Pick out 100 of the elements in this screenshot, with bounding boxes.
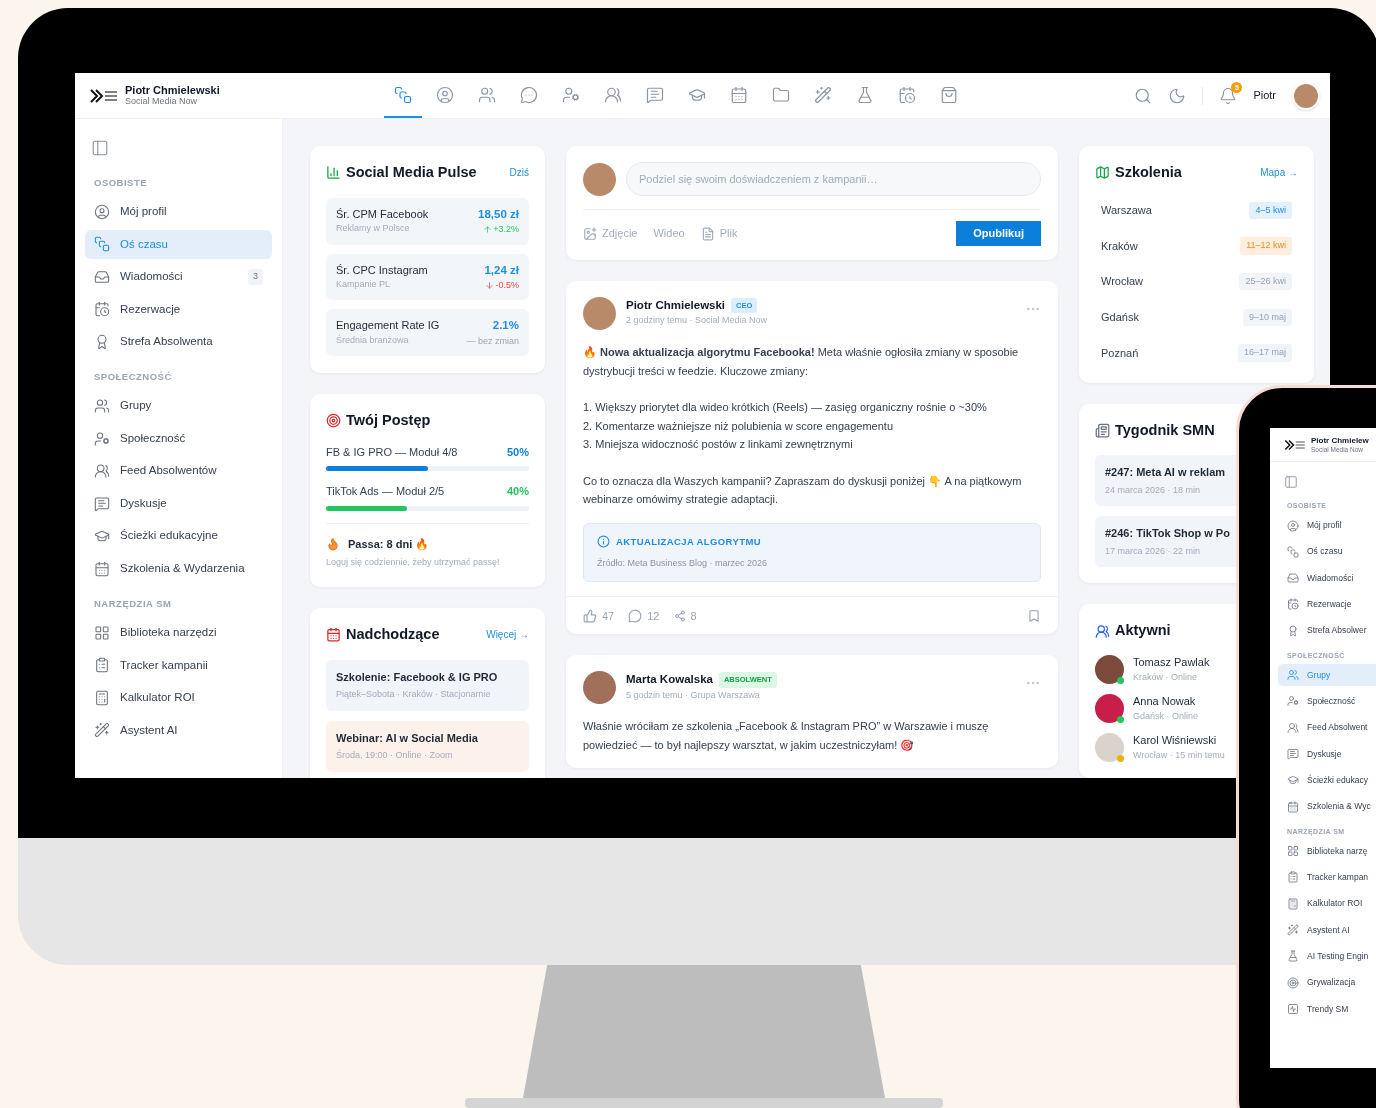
user-circle-icon [436,85,454,104]
section-heading: NARZĘDZIA SM [93,597,173,611]
chat-icon [520,85,538,104]
avatar [583,671,616,705]
event-tile[interactable]: Webinar: AI w Social Media Środa, 19:00 · Online · Zoom [326,720,529,772]
metric-change: — bez zmian [466,334,519,348]
award-icon [94,333,110,350]
author-name[interactable]: Marta Kowalska [626,671,713,689]
shopping-bag-icon [940,85,958,104]
brand-name: Piotr Chmielew [1311,435,1369,445]
sidebar-item[interactable]: Mój profil [85,197,272,227]
issue-tile[interactable]: #247: Meta AI w reklam 24 marca 2026 · 18 min [1095,455,1236,507]
section-heading: OSOBISTE [93,176,149,190]
avatar[interactable] [1292,81,1320,110]
sidebar-item[interactable]: AI Testing Engin [1278,945,1376,968]
moon-icon[interactable] [1168,86,1187,105]
post-text: 🔥 Nowa aktualizacja algorytmu Facebooka! Meta właśnie ogłosiła zmiany w sposobie dystrybucji treści w feedzie. Kluczowe zmiany: [583,345,1020,379]
sidebar-item[interactable]: Feed Absolwent [1278,716,1376,739]
card-link[interactable]: Więcej → [486,627,529,643]
sidebar-item[interactable]: Feed Absolwentów [85,456,272,486]
issue-tile[interactable]: #246: TikTok Shop w Po 17 marca 2026 · 22 min [1095,516,1236,568]
user-status: Wrocław · 15 min temu [1133,748,1225,762]
sidebar-item[interactable]: Szkolenia & Wydarzenia [85,554,272,583]
sidebar-item[interactable]: Kalkulator ROI [85,683,272,713]
sidebar-toggle-icon[interactable] [1284,475,1298,489]
calendar-icon [94,560,110,577]
sidebar-item[interactable]: Dyskusje [85,489,272,518]
users-icon [94,398,110,414]
sidebar-item[interactable]: Rezerwacje [85,294,272,324]
graduation-cap-icon [1287,774,1299,787]
bookmark-icon[interactable] [1027,608,1041,623]
publish-button[interactable]: Opublikuj [956,221,1041,246]
sidebar-toggle-icon[interactable] [91,139,109,157]
sidebar-item[interactable]: Wiadomości [1278,567,1376,590]
sidebar-item[interactable]: Ścieżki edukacyjne [85,521,272,551]
user-status: Kraków · Online [1133,670,1199,684]
stack-icon [94,236,110,253]
bell-icon [1219,86,1238,105]
info-source: Źródło: Meta Business Blog · marzec 2026 [597,556,769,570]
post-text: 3. Mniejsza widoczność postów z linkami zewnętrznymi [583,437,854,452]
count-badge: 3 [248,269,263,285]
metric-label: Śr. CPC Instagram [336,262,428,278]
city-name: Wrocław [1101,274,1143,290]
metric-subtitle: Kampanie PL [336,278,392,291]
event-details: Piątek–Sobota · Kraków · Stacjonarnie [336,688,492,701]
arrow-up-icon [483,225,493,235]
card-link[interactable]: Mapa → [1260,165,1298,181]
user-cog-icon [94,430,110,447]
magic-wand-icon [1287,924,1299,937]
card-link[interactable]: Dziś [509,165,529,181]
author-name[interactable]: Piotr Chmielewski [626,297,726,315]
sidebar-item[interactable]: Wiadomości 3 [85,262,272,292]
metric-value: 2.1% [492,318,519,334]
sidebar-item[interactable]: Tracker kampanii [85,650,272,680]
search-icon[interactable] [1134,86,1153,105]
post-text: 1. Większy priorytet dla wideo krótkich (Reels) — zasięg organiczny rośnie o ~30% [583,400,988,415]
thumbs-up-icon [583,608,597,623]
sidebar-item[interactable]: Społeczność [85,424,272,453]
sidebar-item[interactable]: Strefa Absolwenta [85,327,272,357]
group-icon [1287,721,1299,734]
streak-hint: Loguj się codziennie, żeby utrzymać passę! [326,556,501,570]
sidebar-item[interactable]: Dyskusje [1278,743,1376,766]
inbox-icon [1287,572,1299,585]
sidebar-item[interactable]: Asystent AI [1278,919,1376,942]
group-icon [604,85,622,104]
newspaper-icon [1095,423,1110,439]
post-text: Właśnie wróciłam ze szkolenia „Facebook & Instagram PRO” w Warszawie i muszę powiedzieć — to był najlepszy warsztat, w jakim uczestniczyłam! 🎯 [583,719,990,753]
issue-meta: 17 marca 2026 · 22 min [1105,544,1202,558]
issue-title: #246: TikTok Shop w Po [1105,526,1231,542]
user-status: Gdańsk · Online [1133,709,1199,723]
sidebar-item[interactable]: Biblioteka narzędzi [85,618,272,648]
post-text: 2. Komentarze ważniejsze niż polubienia w score engagementu [583,418,894,434]
sidebar-item[interactable]: Strefa Absolwer [1278,619,1376,642]
grid-icon [94,624,110,641]
avatar [583,162,616,196]
sidebar-item[interactable]: Grupy [85,391,272,421]
post-input[interactable]: Podziel się swoim doświadczeniem z kampanii… [626,162,1041,196]
message-icon [646,85,664,104]
sidebar-item[interactable]: Ścieżki edukacy [1278,769,1376,792]
stack-icon [394,85,412,104]
user-circle-icon [1287,519,1299,532]
metric-value: 1,24 zł [484,262,519,278]
sidebar-item[interactable]: Grywalizacja [1278,971,1376,994]
sidebar-item[interactable]: Oś czasu [1278,540,1376,563]
sidebar-item[interactable]: Biblioteka narzę [1278,840,1376,863]
sidebar-item[interactable]: Rezerwacje [1278,593,1376,616]
post-meta: 5 godzin temu · Grupa Warszawa [626,688,761,702]
sidebar-item[interactable]: Mój profil [1278,514,1376,537]
post-text: Co to oznacza dla Waszych kampanii? Zapraszam do dyskusji poniżej 👇 A na piątkowym webinarze omówimy strategie adaptacji. [583,473,1023,507]
event-tile[interactable]: Szkolenie: Facebook & IG PRO Piątek–Sobota · Kraków · Stacjonarnie [326,659,529,711]
sidebar-item[interactable]: Społeczność [1278,690,1376,713]
image-icon [583,226,597,241]
sidebar-item[interactable]: Asystent AI [85,715,272,745]
target-icon [326,413,341,429]
stack-icon [1287,545,1299,558]
sidebar-item[interactable]: Tracker kampan [1278,866,1376,889]
calculator-icon [94,689,110,706]
sidebar-item[interactable]: Trendy SM [1278,997,1376,1020]
sidebar-item[interactable]: Szkolenia & Wyc [1278,795,1376,818]
sidebar-item[interactable]: Kalkulator ROI [1278,892,1376,915]
